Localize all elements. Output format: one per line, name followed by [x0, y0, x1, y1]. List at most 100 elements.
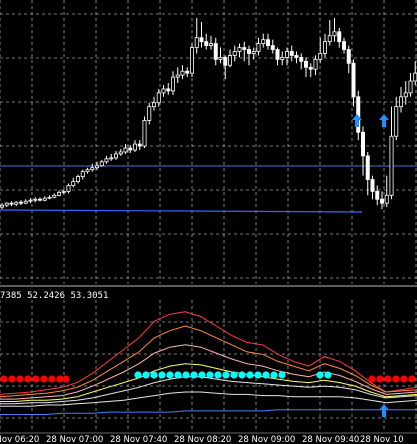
candle-body [23, 200, 28, 204]
cyan-signal-dot [316, 371, 324, 379]
x-tick-label: 28 Nov 09:00 [238, 435, 295, 444]
candle-body [327, 35, 332, 43]
x-tick-label: 28 Nov 07:00 [46, 435, 103, 444]
up-arrow-signal [352, 114, 362, 127]
candle-body [71, 181, 76, 186]
candle-body [218, 57, 223, 60]
candle-body [28, 199, 33, 202]
red-signal-dot [24, 375, 32, 383]
candle-body [275, 49, 280, 60]
candle-body [104, 158, 109, 163]
candle-body [66, 185, 71, 192]
candle-body [166, 88, 171, 92]
candle-body [33, 198, 38, 201]
candle-body [194, 37, 199, 48]
candle-body [18, 201, 23, 204]
candle-body [379, 198, 384, 204]
candle-body [42, 197, 47, 201]
candle-body [403, 92, 408, 98]
red-signal-dot [384, 375, 392, 383]
candle-body [413, 72, 417, 82]
red-signal-dot [16, 375, 24, 383]
candle-body [303, 60, 308, 68]
candle-body [384, 194, 389, 204]
cyan-signal-dot [190, 371, 198, 379]
candle-body [109, 157, 114, 160]
red-signal-dot [62, 375, 70, 383]
indicator-panel [0, 311, 417, 415]
candle-body [394, 106, 399, 137]
cyan-signal-dot [158, 371, 166, 379]
time-axis: 28 Nov 06:20 28 Nov 07:00 28 Nov 07:40 28 N… [0, 432, 417, 444]
price-chart: 28 Nov 06:20 28 Nov 07:00 28 Nov 07:40 28 N… [0, 0, 417, 444]
candlesticks [0, 18, 417, 210]
candle-body [284, 51, 289, 58]
candle-body [223, 57, 228, 66]
candle-body [170, 76, 175, 92]
candle-body [189, 47, 194, 74]
candle-body [52, 194, 57, 198]
indicator-values: 7385 52.2426 53.3051 [0, 291, 109, 301]
candle-body [232, 51, 237, 56]
candle-body [95, 165, 100, 169]
candle-body [265, 39, 270, 46]
candle-body [341, 41, 346, 50]
cyan-signal-dot [142, 371, 150, 379]
cyan-signal-dot [166, 371, 174, 379]
cyan-signal-dot [270, 371, 278, 379]
up-arrow-signal [379, 114, 389, 127]
candle-body [151, 102, 156, 108]
candle-body [332, 31, 337, 37]
candle-body [299, 57, 304, 62]
candle-body [208, 43, 213, 46]
baseline-line [0, 209, 363, 213]
candle-body [313, 58, 318, 70]
candle-body [137, 143, 142, 147]
red-signal-dot [40, 375, 48, 383]
candle-body [246, 49, 251, 54]
indicator-band-line [0, 311, 417, 395]
candle-body [0, 204, 4, 208]
red-signal-dot [368, 375, 376, 383]
candle-body [4, 202, 9, 206]
candle-body [128, 147, 133, 151]
red-signal-dot [0, 375, 8, 383]
candle-body [185, 70, 190, 74]
candle-body [132, 143, 137, 151]
candle-body [213, 43, 218, 60]
candle-body [318, 53, 323, 60]
reference-lines [0, 165, 417, 213]
candle-body [237, 47, 242, 52]
cyan-signal-dot [198, 371, 206, 379]
cyan-signal-dot [182, 371, 190, 379]
candle-body [47, 196, 52, 199]
candle-body [289, 51, 294, 56]
candle-body [85, 169, 90, 173]
candle-body [142, 120, 147, 147]
red-signal-dot [376, 375, 384, 383]
red-signal-dot [8, 375, 16, 383]
candle-body [351, 62, 356, 98]
candle-body [14, 201, 19, 205]
candle-body [408, 80, 413, 94]
candle-body [180, 70, 185, 76]
candle-body [242, 47, 247, 50]
candle-body [251, 51, 256, 54]
cyan-signal-dot [222, 371, 230, 379]
x-tick-label: 28 Nov 10 [360, 435, 404, 444]
candle-body [57, 191, 62, 196]
candle-body [365, 155, 370, 180]
candle-body [175, 74, 180, 78]
candle-body [360, 131, 365, 157]
red-signal-dot [400, 375, 408, 383]
cyan-signal-dot [246, 371, 254, 379]
cyan-signal-dot [174, 371, 182, 379]
candle-body [270, 45, 275, 50]
cyan-signal-dot [214, 371, 222, 379]
x-tick-label: 28 Nov 07:40 [110, 435, 167, 444]
signal-arrows [352, 114, 389, 417]
candle-body [123, 147, 128, 153]
candle-body [227, 55, 232, 66]
candle-body [99, 161, 104, 167]
candle-body [118, 151, 123, 155]
